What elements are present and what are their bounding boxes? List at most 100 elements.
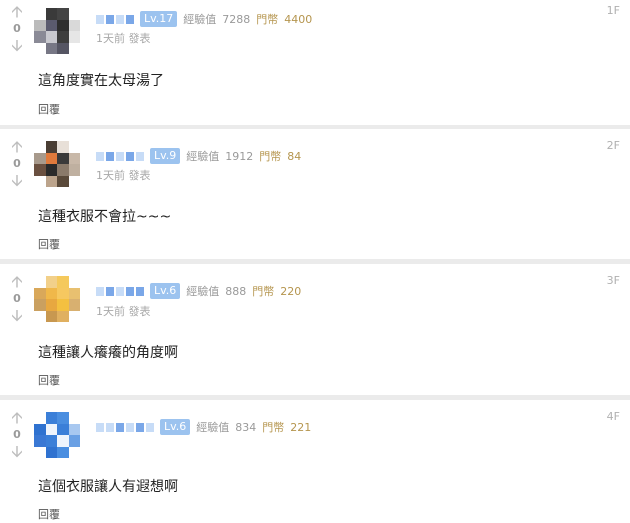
avatar-pixel — [57, 8, 69, 20]
avatar-pixel — [57, 276, 69, 288]
avatar-pixel — [45, 152, 57, 164]
avatar-pixel — [68, 152, 80, 164]
avatar-pixel — [68, 19, 80, 31]
exp-label: 經驗值 — [186, 150, 220, 163]
avatar-pixel — [57, 19, 69, 31]
avatar-pixel — [45, 412, 57, 424]
comment-card: 🡩 0 🡫 Lv.9 經驗值 1912 門幣 84 1天前 發表 2F 這種衣服… — [0, 129, 630, 259]
exp-label: 經驗值 — [186, 285, 220, 298]
avatar-pixel — [34, 8, 46, 20]
coin-value: 220 — [280, 284, 302, 298]
user-info: Lv.6 經驗值 888 門幣 220 — [96, 282, 301, 300]
avatar-pixel — [45, 276, 57, 288]
downvote-arrow-icon[interactable]: 🡫 — [6, 308, 28, 324]
avatar-pixel — [68, 175, 80, 187]
avatar-pixel — [68, 31, 80, 43]
floor-number: 1F — [606, 4, 620, 17]
upvote-arrow-icon[interactable]: 🡩 — [6, 4, 28, 20]
avatar-pixel — [68, 164, 80, 176]
downvote-arrow-icon[interactable]: 🡫 — [6, 38, 28, 54]
reply-button[interactable]: 回覆 — [38, 236, 60, 252]
avatar-pixel — [34, 310, 46, 322]
comment-text: 這個衣服讓人有遐想啊 — [38, 479, 178, 495]
username-blurred[interactable] — [96, 286, 144, 296]
avatar[interactable] — [34, 412, 80, 458]
avatar-pixel — [68, 299, 80, 311]
avatar-pixel — [34, 31, 46, 43]
avatar[interactable] — [34, 8, 80, 54]
avatar-pixel — [57, 42, 69, 54]
avatar-pixel — [57, 141, 69, 153]
floor-number: 4F — [606, 410, 620, 423]
user-info: Lv.6 經驗值 834 門幣 221 — [96, 418, 311, 436]
avatar-pixel — [34, 152, 46, 164]
vote-widget: 🡩 0 🡫 — [6, 4, 28, 54]
reply-button[interactable]: 回覆 — [38, 506, 60, 522]
comment-text: 這種衣服不會拉~~~ — [38, 209, 172, 225]
post-time: 1天前 發表 — [96, 32, 151, 45]
avatar-pixel — [34, 423, 46, 435]
level-badge: Lv.17 — [140, 11, 178, 27]
avatar-pixel — [68, 276, 80, 288]
exp-value: 888 — [225, 284, 247, 298]
avatar[interactable] — [34, 141, 80, 187]
vote-widget: 🡩 0 🡫 — [6, 410, 28, 460]
avatar-pixel — [34, 175, 46, 187]
coin-label: 門幣 — [262, 421, 285, 434]
reply-button[interactable]: 回覆 — [38, 101, 60, 117]
vote-widget: 🡩 0 🡫 — [6, 274, 28, 324]
avatar-pixel — [68, 287, 80, 299]
avatar-pixel — [57, 423, 69, 435]
avatar-pixel — [45, 19, 57, 31]
avatar-pixel — [45, 8, 57, 20]
avatar-pixel — [57, 31, 69, 43]
upvote-arrow-icon[interactable]: 🡩 — [6, 410, 28, 426]
coin-label: 門幣 — [256, 13, 279, 26]
avatar-pixel — [45, 31, 57, 43]
avatar-pixel — [45, 164, 57, 176]
avatar-pixel — [45, 299, 57, 311]
avatar-pixel — [34, 19, 46, 31]
avatar-pixel — [34, 412, 46, 424]
avatar-pixel — [45, 175, 57, 187]
upvote-arrow-icon[interactable]: 🡩 — [6, 274, 28, 290]
avatar-pixel — [57, 287, 69, 299]
username-blurred[interactable] — [96, 151, 144, 161]
avatar-pixel — [45, 310, 57, 322]
level-badge: Lv.9 — [150, 148, 181, 164]
avatar-pixel — [57, 435, 69, 447]
avatar-pixel — [57, 152, 69, 164]
avatar-pixel — [68, 446, 80, 458]
avatar-pixel — [68, 310, 80, 322]
avatar-pixel — [34, 446, 46, 458]
avatar-pixel — [68, 141, 80, 153]
avatar-pixel — [45, 42, 57, 54]
avatar-pixel — [45, 446, 57, 458]
user-info: Lv.9 經驗值 1912 門幣 84 — [96, 147, 301, 165]
exp-label: 經驗值 — [196, 421, 230, 434]
username-blurred[interactable] — [96, 422, 154, 432]
avatar-pixel — [68, 42, 80, 54]
avatar-pixel — [34, 276, 46, 288]
exp-value: 1912 — [225, 149, 254, 163]
avatar[interactable] — [34, 276, 80, 322]
comment-card: 🡩 0 🡫 Lv.6 經驗值 834 門幣 221 4F 這個衣服讓人有遐想啊 … — [0, 400, 630, 523]
post-time: 1天前 發表 — [96, 305, 151, 318]
avatar-pixel — [68, 8, 80, 20]
avatar-pixel — [45, 141, 57, 153]
username-blurred[interactable] — [96, 14, 134, 24]
avatar-pixel — [68, 435, 80, 447]
downvote-arrow-icon[interactable]: 🡫 — [6, 444, 28, 460]
coin-label: 門幣 — [259, 150, 282, 163]
avatar-pixel — [34, 287, 46, 299]
avatar-pixel — [34, 141, 46, 153]
vote-widget: 🡩 0 🡫 — [6, 139, 28, 189]
comment-text: 這種讓人癢癢的角度啊 — [38, 345, 178, 361]
reply-button[interactable]: 回覆 — [38, 372, 60, 388]
coin-label: 門幣 — [252, 285, 275, 298]
avatar-pixel — [57, 164, 69, 176]
upvote-arrow-icon[interactable]: 🡩 — [6, 139, 28, 155]
floor-number: 3F — [606, 274, 620, 287]
avatar-pixel — [57, 446, 69, 458]
downvote-arrow-icon[interactable]: 🡫 — [6, 173, 28, 189]
